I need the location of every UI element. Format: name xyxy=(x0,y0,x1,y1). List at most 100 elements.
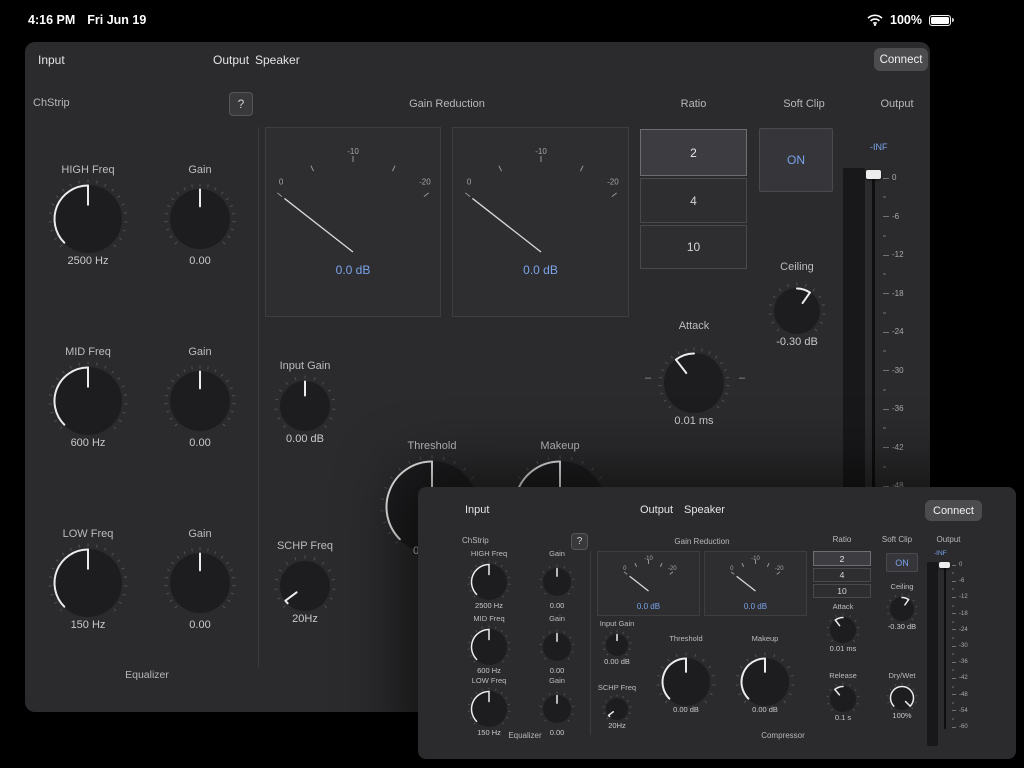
output-level-slider[interactable] xyxy=(939,562,950,568)
knob-ceiling[interactable]: Ceiling -0.30 dB xyxy=(880,582,924,631)
knob-dial[interactable] xyxy=(826,613,860,647)
knob-dial[interactable] xyxy=(539,687,575,731)
knob-value: 20Hz xyxy=(292,613,318,625)
toolbar-output[interactable]: Output xyxy=(640,504,673,516)
knob-dial[interactable] xyxy=(48,361,128,441)
knob-release[interactable]: Release 0.1 s xyxy=(821,671,865,722)
knob-schp-freq[interactable]: SCHP Freq 20Hz xyxy=(587,683,647,730)
knob-makeup[interactable]: Makeup 0.00 dB xyxy=(735,634,795,714)
softclip-on-button[interactable]: ON xyxy=(886,553,918,572)
knob-dial[interactable] xyxy=(826,682,860,716)
knob-low-freq[interactable]: LOW Freq 150 Hz xyxy=(459,676,519,737)
knob-dial[interactable] xyxy=(164,361,236,441)
knob-high-freq[interactable]: HIGH Freq 2500 Hz xyxy=(459,549,519,610)
knob-high-gain[interactable]: Gain 0.00 xyxy=(152,164,248,267)
equalizer-label: Equalizer xyxy=(87,669,207,681)
knob-low-freq[interactable]: LOW Freq 150 Hz xyxy=(40,528,136,631)
softclip-on-button[interactable]: ON xyxy=(759,128,833,192)
knob-label: Makeup xyxy=(540,440,579,452)
knob-value: 0.00 dB xyxy=(604,657,630,666)
knob-label: LOW Freq xyxy=(472,676,507,685)
knob-dial[interactable] xyxy=(656,652,716,712)
knob-threshold[interactable]: Threshold 0.00 dB xyxy=(656,634,716,714)
knob-value: 600 Hz xyxy=(477,666,501,675)
knob-dial[interactable] xyxy=(602,694,632,724)
knob-dial[interactable] xyxy=(886,682,918,714)
knob-mid-gain[interactable]: Gain 0.00 xyxy=(527,614,587,675)
knob-dial[interactable] xyxy=(467,560,511,604)
battery-icon xyxy=(929,15,954,26)
toolbar-input[interactable]: Input xyxy=(38,53,65,67)
knob-low-gain[interactable]: Gain 0.00 xyxy=(152,528,248,631)
knob-dial[interactable] xyxy=(658,347,730,419)
ratio-option-2[interactable]: 2 xyxy=(813,551,871,566)
knob-mid-freq[interactable]: MID Freq 600 Hz xyxy=(459,614,519,675)
connect-button[interactable]: Connect xyxy=(925,500,982,521)
knob-dial[interactable] xyxy=(48,179,128,259)
knob-dial[interactable] xyxy=(735,652,795,712)
knob-dial[interactable] xyxy=(602,630,632,660)
meter-readout: 0.0 dB xyxy=(523,263,558,277)
connect-button[interactable]: Connect xyxy=(874,48,928,71)
svg-text:0: 0 xyxy=(623,566,627,572)
knob-dial[interactable] xyxy=(467,687,511,731)
knob-label: HIGH Freq xyxy=(471,549,507,558)
help-button[interactable]: ? xyxy=(571,533,588,550)
knob-input-gain[interactable]: Input Gain 0.00 dB xyxy=(587,619,647,666)
output-meter-bar xyxy=(927,562,938,746)
knob-mid-gain[interactable]: Gain 0.00 xyxy=(152,346,248,449)
knob-value: 0.00 xyxy=(189,255,210,267)
gain-reduction-meter: 0-10-20 0.0 dB xyxy=(704,551,807,616)
status-left: 4:16 PM Fri Jun 19 xyxy=(28,13,146,27)
knob-input-gain[interactable]: Input Gain 0.00 dB xyxy=(271,360,339,445)
knob-value: 0.00 xyxy=(550,601,565,610)
knob-value: 0.01 ms xyxy=(674,415,713,427)
knob-dial[interactable] xyxy=(164,543,236,623)
ratio-option-10[interactable]: 10 xyxy=(640,225,747,269)
help-button[interactable]: ? xyxy=(229,92,253,116)
knob-high-freq[interactable]: HIGH Freq 2500 Hz xyxy=(40,164,136,267)
knob-label: Gain xyxy=(549,676,565,685)
knob-dial[interactable] xyxy=(467,625,511,669)
knob-label: LOW Freq xyxy=(63,528,114,540)
plugin-name: ChStrip xyxy=(33,97,103,109)
knob-attack[interactable]: Attack 0.01 ms xyxy=(821,602,865,653)
knob-dial[interactable] xyxy=(48,543,128,623)
toolbar-speaker[interactable]: Speaker xyxy=(255,53,300,67)
knob-value: 0.00 dB xyxy=(673,705,699,714)
svg-text:-10: -10 xyxy=(347,147,359,156)
gain-reduction-meter: 0-10-20 0.0 dB xyxy=(452,127,629,317)
softclip-section-label: Soft Clip xyxy=(769,98,839,110)
toolbar-speaker[interactable]: Speaker xyxy=(684,504,725,516)
knob-dial[interactable] xyxy=(164,179,236,259)
knob-dial[interactable] xyxy=(768,282,826,340)
ratio-option-10[interactable]: 10 xyxy=(813,584,871,598)
knob-low-gain[interactable]: Gain 0.00 xyxy=(527,676,587,737)
output-slider-track[interactable] xyxy=(944,564,946,729)
svg-text:-10: -10 xyxy=(751,556,760,562)
ratio-option-4[interactable]: 4 xyxy=(813,568,871,582)
ratio-option-4[interactable]: 4 xyxy=(640,178,747,223)
compressor-label: Compressor xyxy=(723,731,843,740)
knob-mid-freq[interactable]: MID Freq 600 Hz xyxy=(40,346,136,449)
knob-label: Gain xyxy=(188,346,211,358)
battery-percent: 100% xyxy=(890,13,922,27)
knob-dial[interactable] xyxy=(274,555,336,617)
svg-text:-20: -20 xyxy=(419,178,431,187)
knob-dry-wet[interactable]: Dry/Wet 100% xyxy=(880,671,924,720)
knob-dial[interactable] xyxy=(539,560,575,604)
knob-dial[interactable] xyxy=(886,593,918,625)
ratio-section-label: Ratio xyxy=(813,535,871,544)
knob-attack[interactable]: Attack 0.01 ms xyxy=(654,320,734,427)
knob-ceiling[interactable]: Ceiling -0.30 dB xyxy=(765,261,829,348)
output-level-slider[interactable] xyxy=(866,170,881,179)
knob-schp-freq[interactable]: SCHP Freq 20Hz xyxy=(271,540,339,625)
toolbar-input[interactable]: Input xyxy=(465,504,489,516)
meter-readout: 0.0 dB xyxy=(637,602,660,611)
toolbar-output[interactable]: Output xyxy=(213,53,249,67)
ratio-option-2[interactable]: 2 xyxy=(640,129,747,176)
knob-dial[interactable] xyxy=(274,375,336,437)
knob-value: 2500 Hz xyxy=(68,255,109,267)
knob-dial[interactable] xyxy=(539,625,575,669)
knob-high-gain[interactable]: Gain 0.00 xyxy=(527,549,587,610)
